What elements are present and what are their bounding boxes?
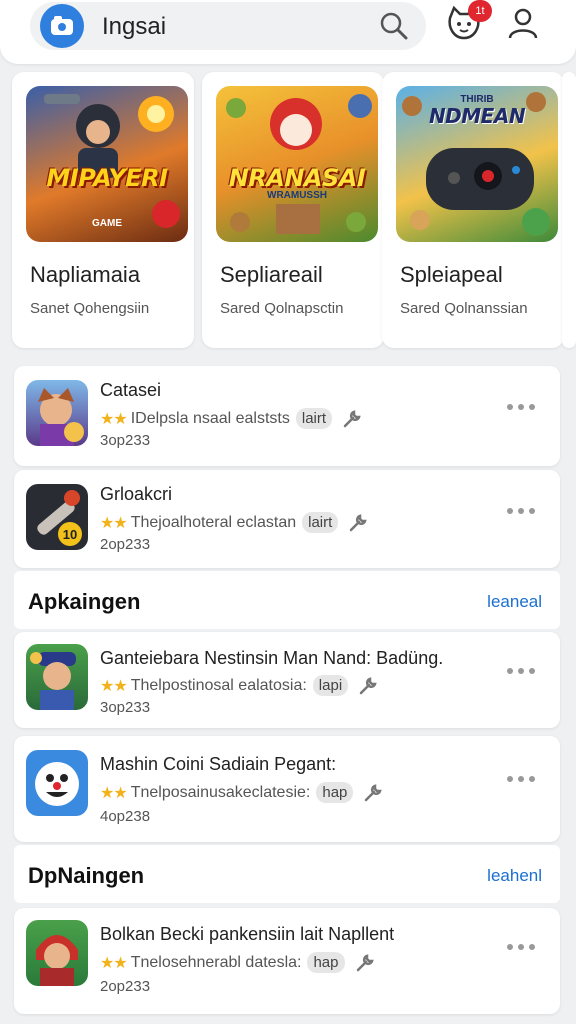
- profile-icon[interactable]: [506, 6, 540, 45]
- section-title: DpNaingen: [28, 863, 145, 888]
- top-bar: Ingsai 1t: [0, 0, 576, 64]
- app-icon: [26, 380, 88, 446]
- app-tag: lairt: [295, 408, 333, 429]
- app-logo-icon[interactable]: [40, 4, 84, 48]
- see-more-link[interactable]: leahenl: [487, 866, 542, 886]
- featured-subtitle: Sared Qolnanssian: [400, 300, 528, 317]
- wrench-icon: [356, 953, 374, 971]
- list-item[interactable]: Ganteiebara Nestinsin Man Nand: Badüng. …: [14, 632, 560, 728]
- list-item[interactable]: Mashin Coini Sadiain Pegant: ★★ Tnelposa…: [14, 736, 560, 842]
- list-item[interactable]: 10 Grloakcri ★★ Thejoalhoteral eclastan …: [14, 470, 560, 568]
- featured-card[interactable]: MIPAYERI GAME Napliamaia Sanet Qohengsii…: [12, 72, 194, 348]
- app-meta: ★★ IDelpsla nsaal ealststs lairt: [100, 408, 362, 429]
- app-description: Thelpostinosal ealatosia:: [130, 676, 307, 694]
- wrench-icon: [365, 783, 383, 801]
- app-tag: lapi: [312, 675, 349, 696]
- wrench-icon: [359, 676, 377, 694]
- app-description: Thejoalhoteral eclastan: [130, 513, 297, 531]
- featured-thumbnail: MIPAYERI GAME: [26, 86, 188, 242]
- featured-banner: NDMEAN: [428, 104, 526, 128]
- featured-subtitle: Sared Qolnapsctin: [220, 300, 344, 317]
- app-size: 3op233: [100, 699, 151, 716]
- featured-card-peek[interactable]: [562, 72, 576, 348]
- list-item[interactable]: Catasei ★★ IDelpsla nsaal ealststs lairt…: [14, 366, 560, 466]
- search-bar[interactable]: Ingsai: [30, 2, 426, 50]
- notification-button[interactable]: 1t: [444, 0, 492, 44]
- more-dots-icon[interactable]: [506, 942, 536, 952]
- rating-stars: ★★: [100, 677, 128, 695]
- rating-stars: ★★: [100, 514, 128, 532]
- app-tag: hap: [316, 782, 354, 803]
- app-icon: 10: [26, 484, 88, 550]
- app-meta: ★★ Thejoalhoteral eclastan lairt: [100, 512, 368, 533]
- featured-banner: MIPAYERI: [46, 164, 168, 192]
- app-description: IDelpsla nsaal ealststs: [130, 409, 290, 427]
- app-meta: ★★ Tnelposainusakeclatesie: hap: [100, 782, 383, 803]
- app-icon: [26, 920, 88, 986]
- featured-carousel: MIPAYERI GAME Napliamaia Sanet Qohengsii…: [12, 72, 576, 350]
- search-icon[interactable]: [378, 10, 410, 47]
- section-header: DpNaingen leahenl: [14, 845, 560, 903]
- section-title: Apkaingen: [28, 589, 141, 614]
- svg-text:10: 10: [63, 527, 77, 542]
- featured-banner-sub: GAME: [92, 218, 122, 229]
- app-name: Ganteiebara Nestinsin Man Nand: Badüng.: [100, 648, 444, 668]
- app-description: Tnelposainusakeclatesie:: [130, 783, 311, 801]
- app-tag: lairt: [302, 512, 339, 533]
- rating-stars: ★★: [100, 954, 128, 972]
- app-icon: [26, 644, 88, 710]
- app-size: 2op233: [100, 978, 151, 995]
- app-size: 4op238: [100, 808, 151, 825]
- list-item[interactable]: Bolkan Becki pankensiin lait Napllent ★★…: [14, 908, 560, 1014]
- featured-title: Spleiapeal: [400, 262, 503, 287]
- more-dots-icon[interactable]: [506, 506, 536, 516]
- more-dots-icon[interactable]: [506, 774, 536, 784]
- featured-banner-sub: THIRIB: [460, 94, 494, 105]
- app-description: Tnelosehnerabl datesla:: [130, 953, 302, 971]
- app-icon: [26, 750, 88, 816]
- more-dots-icon[interactable]: [506, 402, 536, 412]
- app-name: Bolkan Becki pankensiin lait Napllent: [100, 924, 395, 944]
- wrench-icon: [343, 409, 361, 427]
- notification-badge: 1t: [468, 0, 492, 22]
- featured-banner: NRANASAI: [228, 164, 366, 192]
- app-name: Catasei: [100, 380, 162, 400]
- wrench-icon: [350, 513, 367, 531]
- see-more-link[interactable]: leaneal: [487, 592, 542, 612]
- search-query[interactable]: Ingsai: [102, 13, 166, 41]
- featured-thumbnail: NDMEAN THIRIB: [396, 86, 558, 242]
- app-size: 2op233: [100, 536, 151, 553]
- rating-stars: ★★: [100, 410, 128, 428]
- section-header: Apkaingen leaneal: [14, 571, 560, 629]
- featured-card[interactable]: NDMEAN THIRIB Spleiapeal Sared Qolnanssi…: [382, 72, 564, 348]
- app-name: Mashin Coini Sadiain Pegant:: [100, 754, 337, 774]
- app-name: Grloakcri: [100, 484, 173, 504]
- app-tag: hap: [307, 952, 345, 973]
- featured-subtitle: Sanet Qohengsiin: [30, 300, 150, 317]
- app-size: 3op233: [100, 432, 151, 449]
- featured-banner-sub: WRAMUSSH: [267, 190, 327, 201]
- featured-card[interactable]: NRANASAI WRAMUSSH Sepliareail Sared Qoln…: [202, 72, 384, 348]
- featured-thumbnail: NRANASAI WRAMUSSH: [216, 86, 378, 242]
- app-meta: ★★ Tnelosehnerabl datesla: hap: [100, 952, 375, 973]
- rating-stars: ★★: [100, 784, 128, 802]
- featured-title: Napliamaia: [30, 262, 141, 287]
- more-dots-icon[interactable]: [506, 666, 536, 676]
- featured-title: Sepliareail: [220, 262, 323, 287]
- app-meta: ★★ Thelpostinosal ealatosia: lapi: [100, 675, 378, 696]
